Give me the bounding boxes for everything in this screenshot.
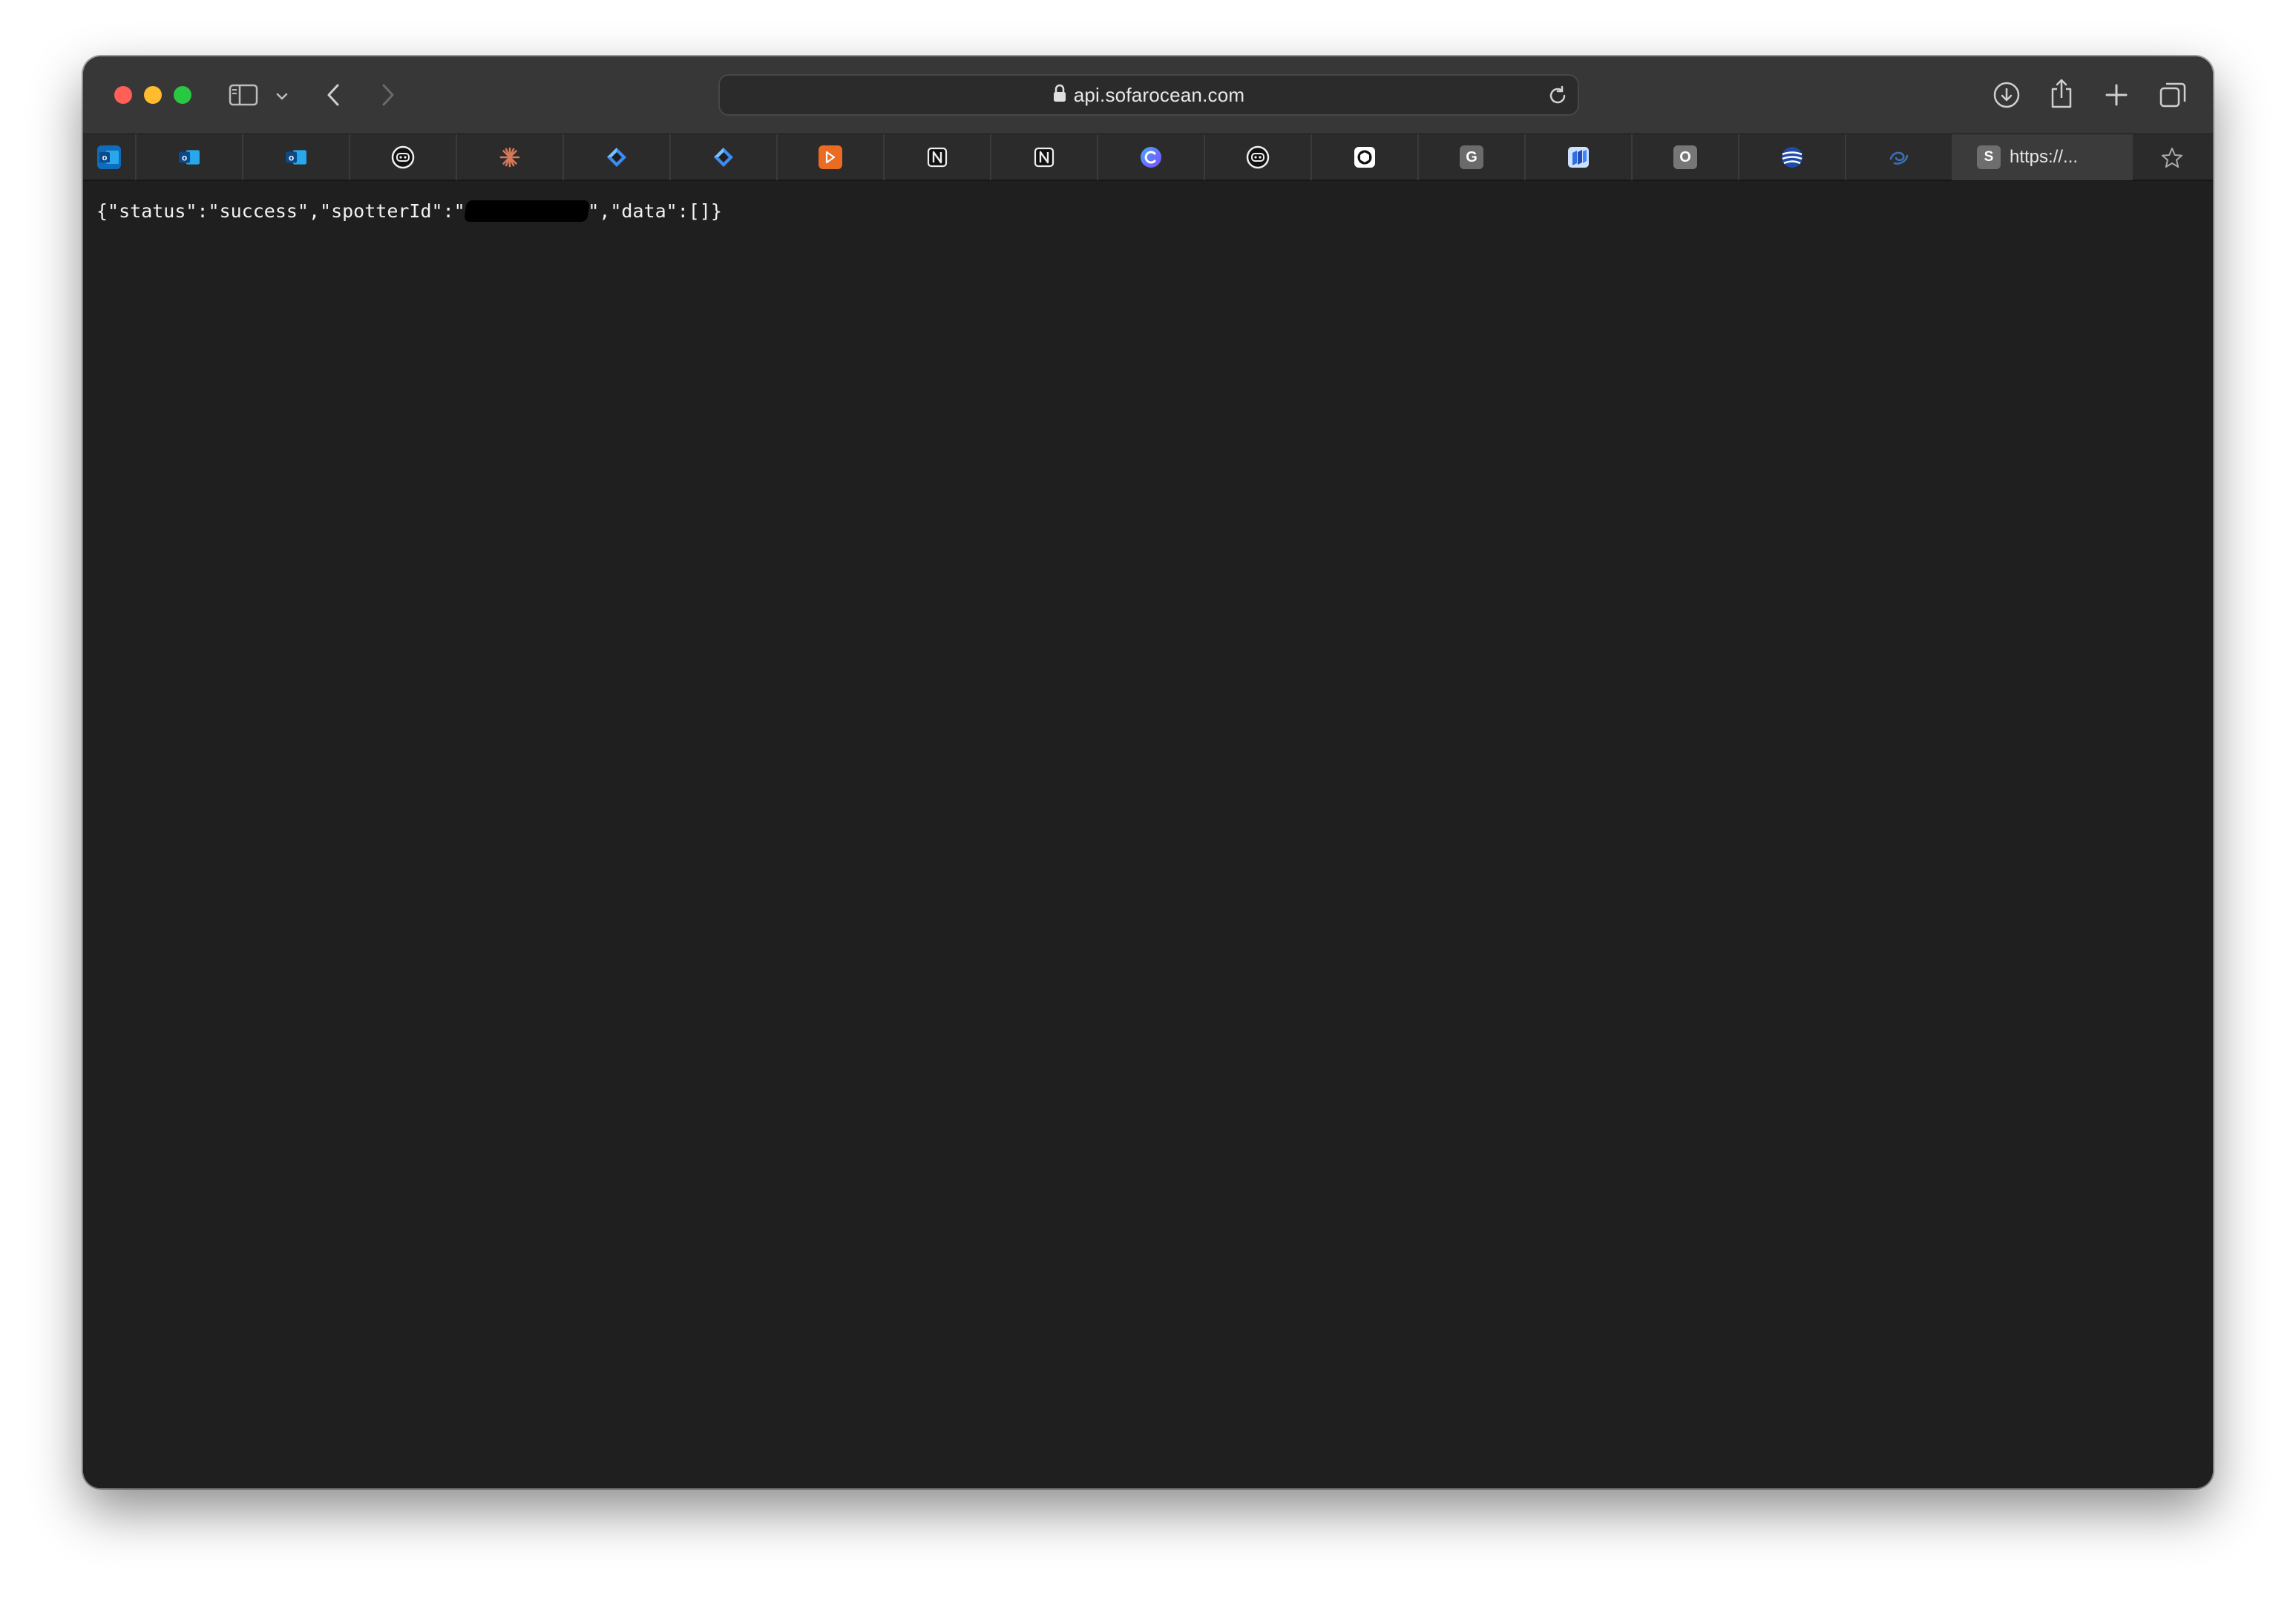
svg-text:o: o <box>182 153 187 162</box>
tab-active[interactable]: S https://... <box>1953 134 2133 180</box>
star-icon[interactable] <box>2146 143 2198 173</box>
tab-14[interactable]: G <box>1419 134 1526 180</box>
titlebar: api.sofarocean.com <box>83 56 2213 134</box>
blue-swirl-icon <box>1887 145 1911 169</box>
tab-9[interactable] <box>885 134 991 180</box>
tab-8[interactable] <box>778 134 885 180</box>
tab-15[interactable] <box>1526 134 1633 180</box>
reload-icon[interactable] <box>1546 85 1569 111</box>
tab-4[interactable] <box>350 134 457 180</box>
redacted-spotter-id: SPOT-31475C <box>463 200 590 222</box>
tab-13[interactable] <box>1312 134 1419 180</box>
blue-diamond-icon <box>605 145 629 169</box>
active-tab-title: https://... <box>2010 147 2079 167</box>
forward-button[interactable] <box>374 82 401 108</box>
outlook-icon: o <box>177 145 201 169</box>
letter-s-icon: S <box>1977 145 2001 169</box>
sidebar-toggle-icon[interactable] <box>227 83 260 107</box>
tab-17[interactable] <box>1739 134 1846 180</box>
maximize-window-button[interactable] <box>174 86 191 104</box>
tab-6[interactable] <box>564 134 671 180</box>
back-button[interactable] <box>321 82 347 108</box>
tab-overview-icon[interactable] <box>2156 79 2189 111</box>
claude-starburst-icon <box>498 145 522 169</box>
globe-stripes-icon <box>1780 145 1804 169</box>
tab-11[interactable] <box>1098 134 1205 180</box>
notion-icon <box>925 145 949 169</box>
address-bar[interactable]: api.sofarocean.com <box>718 74 1579 116</box>
tab-2[interactable]: o <box>137 134 243 180</box>
json-suffix: ","data":[]} <box>588 200 722 222</box>
json-prefix: {"status":"success","spotterId":" <box>96 200 465 222</box>
json-response: {"status":"success","spotterId":"SPOT-31… <box>96 200 722 222</box>
page-content: {"status":"success","spotterId":"SPOT-31… <box>83 181 2213 1488</box>
tab-7[interactable] <box>671 134 778 180</box>
cube-grid-icon <box>1567 145 1590 169</box>
lock-icon <box>1053 84 1066 107</box>
downloads-icon[interactable] <box>1990 79 2023 111</box>
chat-bot-icon <box>391 145 415 169</box>
tab-bar: o o o G O S https://... <box>83 134 2213 181</box>
browser-window: api.sofarocean.com o o o G O S https://.… <box>83 56 2213 1488</box>
letter-o-icon: O <box>1673 145 1697 169</box>
notion-icon <box>1032 145 1056 169</box>
tab-1[interactable]: o <box>83 134 137 180</box>
orange-doc-icon <box>819 145 842 169</box>
close-window-button[interactable] <box>114 86 132 104</box>
svg-text:o: o <box>102 154 108 162</box>
tab-3[interactable]: o <box>243 134 350 180</box>
chevron-down-icon[interactable] <box>273 88 291 105</box>
tab-12[interactable] <box>1205 134 1312 180</box>
outlook-icon: o <box>284 145 308 169</box>
openai-icon <box>1353 145 1377 169</box>
tab-18[interactable] <box>1846 134 1953 180</box>
svg-text:o: o <box>289 153 294 162</box>
tab-5[interactable] <box>457 134 564 180</box>
tab-10[interactable] <box>991 134 1098 180</box>
copilot-c-icon <box>1139 145 1163 169</box>
new-tab-icon[interactable] <box>2100 79 2133 111</box>
letter-g-icon: G <box>1460 145 1483 169</box>
blue-diamond-icon <box>712 145 735 169</box>
share-icon[interactable] <box>2045 76 2078 111</box>
chat-bot-icon <box>1246 145 1270 169</box>
address-bar-url: api.sofarocean.com <box>1073 83 1245 106</box>
minimize-window-button[interactable] <box>144 86 162 104</box>
tab-16[interactable]: O <box>1633 134 1739 180</box>
outlook-icon: o <box>97 145 121 169</box>
